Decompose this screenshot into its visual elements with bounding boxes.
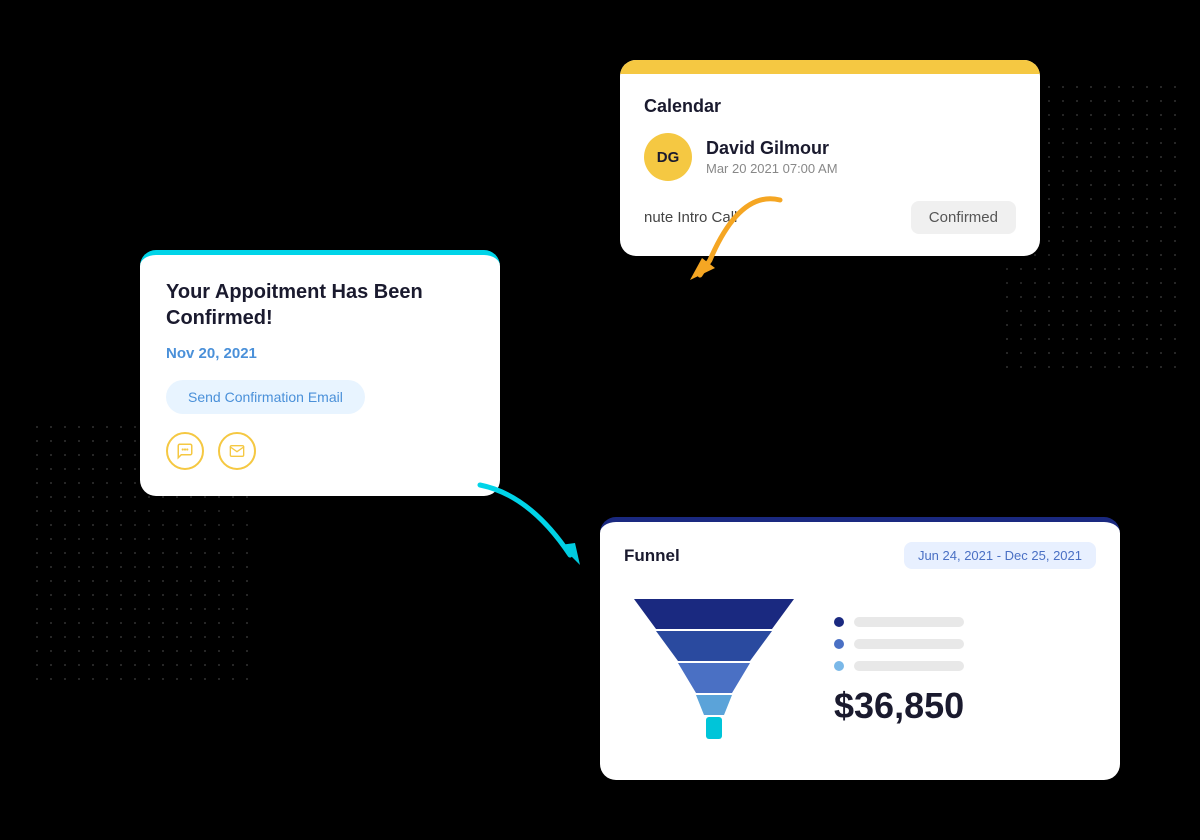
scene: Calendar DG David Gilmour Mar 20 2021 07… — [0, 0, 1200, 840]
legend-item-3 — [834, 661, 964, 671]
send-confirmation-button[interactable]: Send Confirmation Email — [166, 380, 365, 414]
funnel-content: $36,850 — [624, 589, 1096, 754]
orange-arrow — [680, 180, 810, 305]
calendar-title: Calendar — [644, 96, 1016, 117]
legend-dot-2 — [834, 639, 844, 649]
contact-info: David Gilmour Mar 20 2021 07:00 AM — [706, 138, 838, 176]
legend-bar-1 — [854, 617, 964, 627]
avatar: DG — [644, 133, 692, 181]
mail-icon[interactable] — [218, 432, 256, 470]
funnel-visual — [624, 589, 804, 754]
appointment-title: Your Appoitment Has Been Confirmed! — [166, 279, 474, 331]
calendar-contact: DG David Gilmour Mar 20 2021 07:00 AM — [644, 133, 1016, 181]
legend-dot-1 — [834, 617, 844, 627]
legend-bar-3 — [854, 661, 964, 671]
legend-dot-3 — [834, 661, 844, 671]
chat-icon[interactable] — [166, 432, 204, 470]
confirmed-badge: Confirmed — [911, 201, 1016, 234]
legend-item-1 — [834, 617, 964, 627]
funnel-amount: $36,850 — [834, 685, 964, 727]
appointment-date: Nov 20, 2021 — [166, 345, 474, 362]
appointment-card: Your Appoitment Has Been Confirmed! Nov … — [140, 250, 500, 496]
funnel-legend — [834, 617, 964, 671]
cyan-arrow — [460, 465, 600, 590]
legend-item-2 — [834, 639, 964, 649]
funnel-right: $36,850 — [834, 617, 964, 727]
funnel-card: Funnel Jun 24, 2021 - Dec 25, 2021 — [600, 517, 1120, 780]
funnel-title: Funnel — [624, 546, 680, 566]
action-icons — [166, 432, 474, 470]
calendar-card-accent — [620, 60, 1040, 74]
contact-name: David Gilmour — [706, 138, 838, 159]
funnel-date-range: Jun 24, 2021 - Dec 25, 2021 — [904, 542, 1096, 569]
contact-date: Mar 20 2021 07:00 AM — [706, 161, 838, 176]
funnel-header: Funnel Jun 24, 2021 - Dec 25, 2021 — [624, 542, 1096, 569]
legend-bar-2 — [854, 639, 964, 649]
